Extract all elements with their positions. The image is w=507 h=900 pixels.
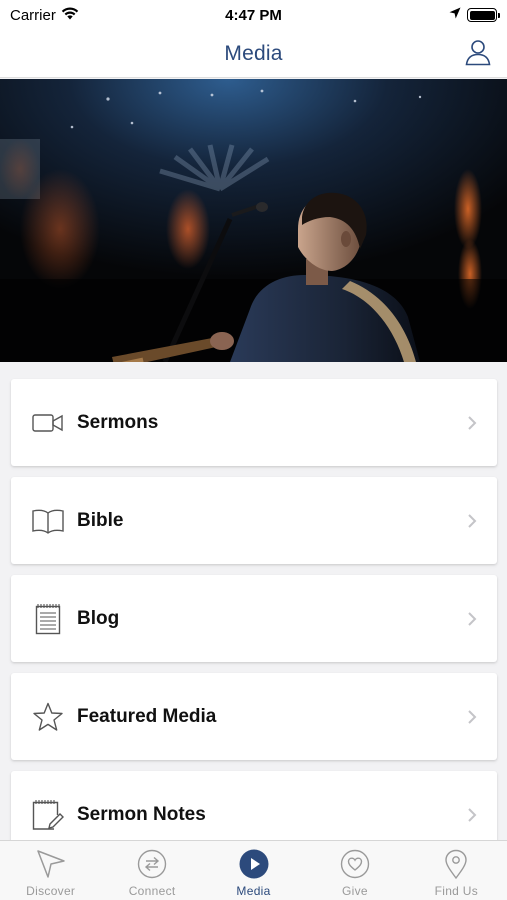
location-pin-icon (440, 848, 472, 880)
media-menu-list: Sermons Bible Blog Featured Media Sermon… (0, 362, 507, 840)
location-arrow-icon (449, 6, 461, 24)
status-left: Carrier (10, 7, 79, 24)
status-bar: Carrier 4:47 PM (0, 0, 507, 30)
tab-bar: Discover Connect Media Give Find Us (0, 840, 507, 900)
tab-discover[interactable]: Discover (0, 841, 101, 900)
heart-icon (339, 848, 371, 880)
hero-photo (0, 79, 507, 362)
chevron-right-icon (465, 610, 479, 628)
open-book-icon (30, 503, 66, 539)
tab-find-us[interactable]: Find Us (406, 841, 507, 900)
notepad-icon (30, 601, 66, 637)
play-icon (238, 848, 270, 880)
menu-item-label: Featured Media (77, 705, 217, 727)
menu-item-sermons[interactable]: Sermons (11, 379, 497, 466)
menu-item-label: Sermons (77, 411, 159, 433)
tab-give[interactable]: Give (304, 841, 405, 900)
navigation-arrow-icon (35, 848, 67, 880)
menu-item-featured-media[interactable]: Featured Media (11, 673, 497, 760)
tab-label: Connect (128, 884, 176, 898)
screen: Carrier 4:47 PM Media Sermons Bible Blog… (0, 0, 507, 900)
menu-item-sermon-notes[interactable]: Sermon Notes (11, 771, 497, 840)
carrier-label: Carrier (10, 6, 56, 24)
hero-image (0, 79, 507, 362)
battery-icon (467, 8, 500, 22)
navigation-bar: Media (0, 30, 507, 78)
chevron-right-icon (465, 806, 479, 824)
status-right (449, 6, 500, 24)
tab-media[interactable]: Media (203, 841, 304, 900)
tab-label: Give (341, 884, 368, 898)
wifi-icon (61, 7, 79, 24)
menu-item-bible[interactable]: Bible (11, 477, 497, 564)
menu-item-label: Blog (77, 607, 120, 629)
note-pencil-icon (30, 797, 66, 833)
menu-item-blog[interactable]: Blog (11, 575, 497, 662)
video-camera-icon (30, 405, 66, 441)
menu-item-label: Bible (77, 509, 124, 531)
person-icon (464, 38, 492, 71)
tab-label: Discover (26, 884, 76, 898)
chevron-right-icon (465, 414, 479, 432)
tab-connect[interactable]: Connect (101, 841, 202, 900)
exchange-arrows-icon (136, 848, 168, 880)
tab-label: Media (236, 884, 271, 898)
tab-label: Find Us (434, 884, 479, 898)
battery-fill (469, 10, 495, 20)
chevron-right-icon (465, 512, 479, 530)
star-icon (30, 699, 66, 735)
profile-button[interactable] (463, 39, 493, 69)
chevron-right-icon (465, 708, 479, 726)
page-title: Media (224, 41, 283, 65)
menu-item-label: Sermon Notes (77, 803, 206, 825)
